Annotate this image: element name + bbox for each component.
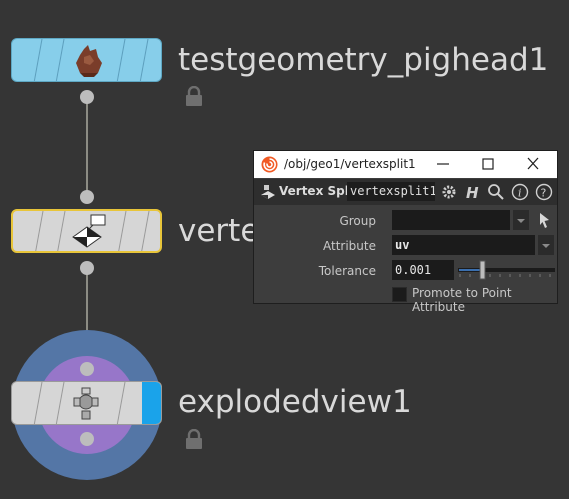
- lock-icon[interactable]: [185, 86, 203, 106]
- node-testgeometry-pighead[interactable]: [11, 38, 162, 82]
- group-field[interactable]: [392, 210, 510, 230]
- minimize-icon[interactable]: [432, 154, 454, 174]
- gear-icon[interactable]: [440, 183, 458, 201]
- output-port[interactable]: [80, 90, 94, 104]
- tolerance-field[interactable]: 0.001: [392, 260, 454, 280]
- svg-text:i: i: [518, 187, 522, 200]
- select-arrow-icon[interactable]: [536, 210, 552, 230]
- connection-wire: [86, 97, 88, 196]
- svg-text:?: ?: [541, 187, 547, 200]
- close-icon[interactable]: [522, 154, 544, 174]
- vertex-split-op-icon[interactable]: [259, 183, 277, 201]
- attribute-field[interactable]: uv: [392, 235, 535, 255]
- parameter-window[interactable]: /obj/geo1/vertexsplit1 Vertex Split vert…: [254, 151, 557, 314]
- maximize-icon[interactable]: [477, 154, 499, 174]
- group-label: Group: [339, 214, 376, 228]
- exploded-view-icon: [73, 387, 99, 420]
- attribute-dropdown-button[interactable]: [538, 235, 554, 255]
- help-h-icon[interactable]: H: [463, 183, 481, 201]
- tolerance-slider[interactable]: [458, 260, 555, 280]
- svg-text:H: H: [466, 184, 479, 201]
- input-port[interactable]: [80, 190, 94, 204]
- node-label[interactable]: explodedview1: [178, 384, 412, 420]
- parameter-toolbar: Vertex Split vertexsplit1 H i ?: [254, 179, 557, 205]
- slider-handle: [479, 260, 486, 280]
- tolerance-label: Tolerance: [318, 264, 376, 278]
- lock-icon[interactable]: [185, 429, 203, 449]
- node-name-field[interactable]: vertexsplit1: [347, 182, 435, 201]
- node-vertexsplit[interactable]: [11, 209, 162, 253]
- houdini-swirl-icon: [261, 156, 278, 173]
- info-icon[interactable]: i: [511, 183, 529, 201]
- node-label[interactable]: verte: [178, 213, 259, 249]
- node-label[interactable]: testgeometry_pighead1: [178, 42, 548, 78]
- chevron-down-icon: [517, 219, 525, 223]
- question-icon[interactable]: ?: [535, 183, 553, 201]
- chevron-down-icon: [542, 244, 550, 248]
- group-dropdown-button[interactable]: [513, 210, 529, 230]
- pig-head-icon: [76, 45, 102, 77]
- window-path: /obj/geo1/vertexsplit1: [284, 157, 416, 171]
- promote-checkbox[interactable]: [392, 287, 407, 302]
- output-port[interactable]: [80, 261, 94, 275]
- display-flag[interactable]: [142, 382, 161, 424]
- promote-label[interactable]: Promote to Point Attribute: [412, 286, 557, 314]
- node-explodedview[interactable]: [11, 381, 162, 425]
- input-port[interactable]: [80, 362, 94, 376]
- output-port[interactable]: [80, 432, 94, 446]
- window-title-bar[interactable]: /obj/geo1/vertexsplit1: [254, 151, 557, 178]
- search-icon[interactable]: [487, 183, 505, 201]
- attribute-label: Attribute: [323, 239, 376, 253]
- vertex-split-icon: [72, 214, 106, 248]
